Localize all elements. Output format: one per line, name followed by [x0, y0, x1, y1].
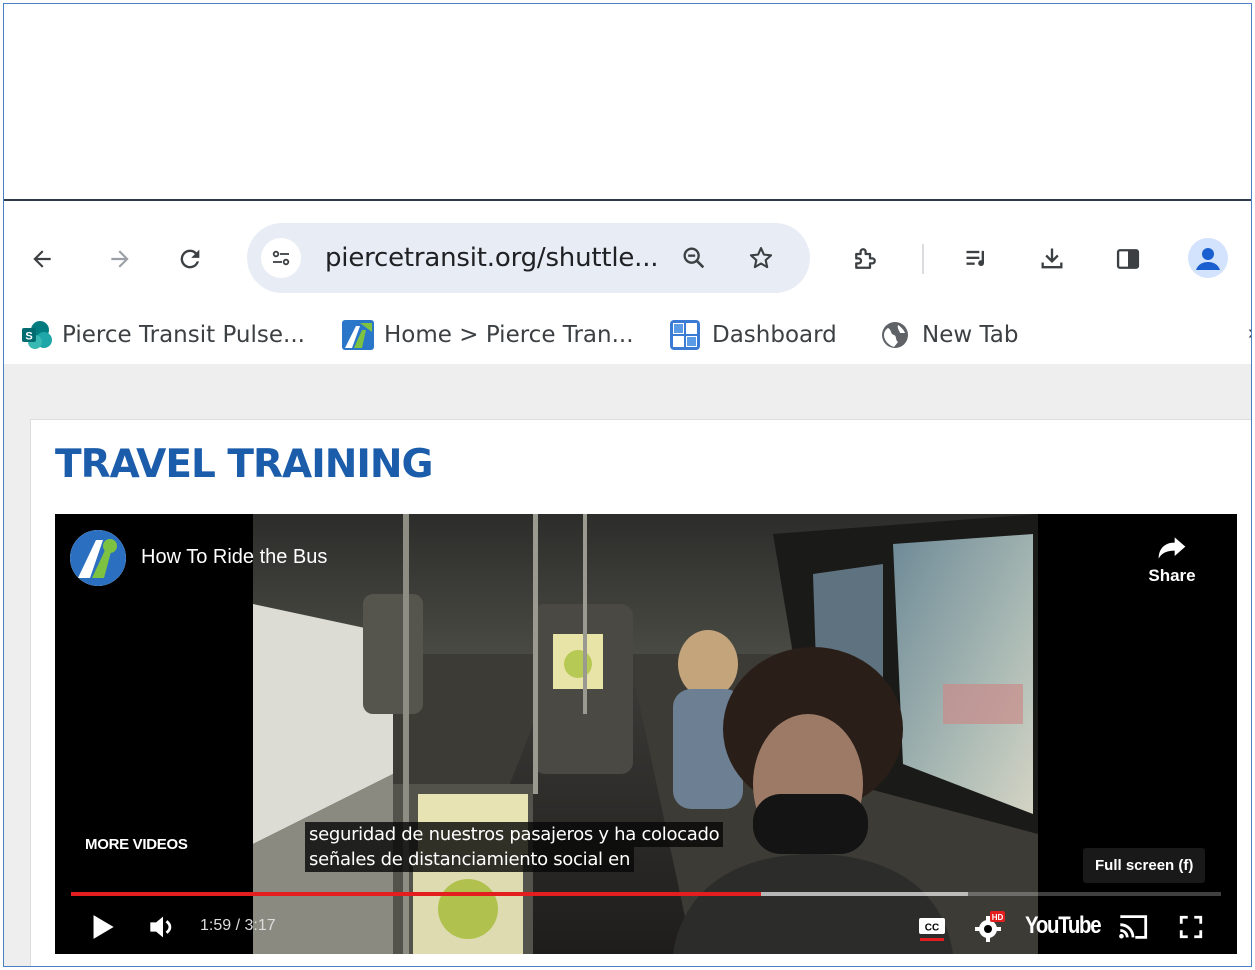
hd-badge: HD	[992, 913, 1004, 922]
media-queue-icon	[966, 250, 985, 267]
youtube-player[interactable]: How To Ride the Bus Share MORE VIDEOS se…	[55, 514, 1237, 954]
site-info-button[interactable]	[261, 238, 301, 278]
arrow-left-icon	[33, 250, 51, 268]
page-heading: TRAVEL TRAINING	[55, 442, 434, 487]
zoom-button[interactable]	[677, 241, 711, 275]
caption-line: seguridad de nuestros pasajeros y ha col…	[305, 822, 724, 847]
tune-icon	[272, 250, 290, 266]
bookmark-home-pierce-transit[interactable]: Home > Pierce Tran...	[342, 319, 634, 351]
media-controls-button[interactable]	[959, 241, 995, 277]
cc-label: CC	[925, 923, 939, 934]
sharepoint-icon: S	[20, 320, 52, 350]
youtube-logo[interactable]: YouTube	[1025, 912, 1102, 940]
closed-captions-icon: CC	[919, 918, 945, 941]
bookmark-star-button[interactable]	[744, 241, 778, 275]
share-label: Share	[1148, 566, 1196, 585]
side-panel-icon	[1116, 249, 1140, 269]
toolbar-separator	[922, 244, 924, 274]
puzzle-extensions-icon	[855, 248, 876, 269]
time-display: 1:59 / 3:17	[200, 917, 276, 934]
reload-icon	[180, 249, 200, 269]
svg-text:S: S	[25, 331, 32, 343]
blank-area	[4, 4, 1251, 199]
more-videos-button[interactable]: MORE VIDEOS	[85, 836, 188, 853]
bookmarks-overflow-button[interactable]: ›	[1248, 322, 1251, 345]
bookmark-new-tab[interactable]: New Tab	[880, 319, 1018, 351]
forward-button[interactable]	[100, 239, 140, 279]
bookmark-label: Pierce Transit Pulse...	[62, 322, 305, 348]
play-icon	[93, 915, 114, 939]
screenshot-frame: piercetransit.org/shuttle... S Pierce Tr…	[3, 3, 1252, 967]
video-frame	[253, 514, 1038, 954]
dashboard-grid-icon	[670, 320, 700, 350]
address-bar[interactable]: piercetransit.org/shuttle...	[247, 223, 810, 293]
back-button[interactable]	[22, 239, 62, 279]
profile-avatar-icon	[1196, 248, 1220, 270]
pierce-transit-logo-icon	[342, 320, 374, 350]
browser-toolbar: piercetransit.org/shuttle...	[4, 201, 1251, 306]
share-button[interactable]: Share	[1145, 534, 1199, 586]
mute-button[interactable]	[143, 907, 183, 947]
volume-icon	[150, 916, 172, 938]
fullscreen-icon	[1179, 915, 1203, 939]
play-button[interactable]	[85, 907, 121, 947]
fullscreen-button[interactable]	[1171, 907, 1211, 947]
star-icon	[749, 247, 773, 269]
subtitle-caption: seguridad de nuestros pasajeros y ha col…	[305, 822, 724, 872]
side-panel-button[interactable]	[1110, 241, 1146, 277]
extensions-button[interactable]	[847, 241, 883, 277]
url-text[interactable]: piercetransit.org/shuttle...	[325, 243, 659, 273]
bookmark-dashboard[interactable]: Dashboard	[670, 319, 837, 351]
captions-button[interactable]: CC	[915, 907, 949, 947]
downloads-button[interactable]	[1034, 241, 1070, 277]
share-arrow-icon	[1145, 534, 1199, 566]
page-content: TRAVEL TRAINING How To Ride the Bus Shar…	[4, 364, 1251, 966]
cast-icon	[1119, 915, 1148, 939]
arrow-right-icon	[111, 250, 129, 268]
settings-button[interactable]: HD	[970, 907, 1010, 947]
bookmark-label: Dashboard	[712, 322, 837, 348]
bookmarks-bar: S Pierce Transit Pulse... Home > Pierce …	[4, 306, 1251, 364]
bookmark-pierce-transit-pulse[interactable]: S Pierce Transit Pulse...	[20, 319, 305, 351]
reload-button[interactable]	[170, 239, 210, 279]
download-icon	[1041, 248, 1063, 269]
pierce-transit-logo-icon	[70, 530, 126, 586]
content-card: TRAVEL TRAINING How To Ride the Bus Shar…	[30, 419, 1251, 966]
bookmark-label: New Tab	[922, 322, 1019, 348]
cast-button[interactable]	[1113, 907, 1153, 947]
bookmark-label: Home > Pierce Tran...	[384, 322, 634, 348]
progress-played	[71, 892, 761, 896]
progress-bar[interactable]	[71, 892, 1221, 896]
video-title[interactable]: How To Ride the Bus	[141, 546, 327, 569]
channel-avatar[interactable]	[70, 530, 126, 586]
globe-icon	[880, 320, 910, 350]
profile-button[interactable]	[1188, 238, 1228, 278]
gear-icon: HD	[975, 911, 1005, 942]
caption-line: señales de distanciamiento social en	[305, 847, 635, 872]
zoom-out-icon	[683, 247, 705, 269]
fullscreen-tooltip: Full screen (f)	[1083, 848, 1206, 883]
